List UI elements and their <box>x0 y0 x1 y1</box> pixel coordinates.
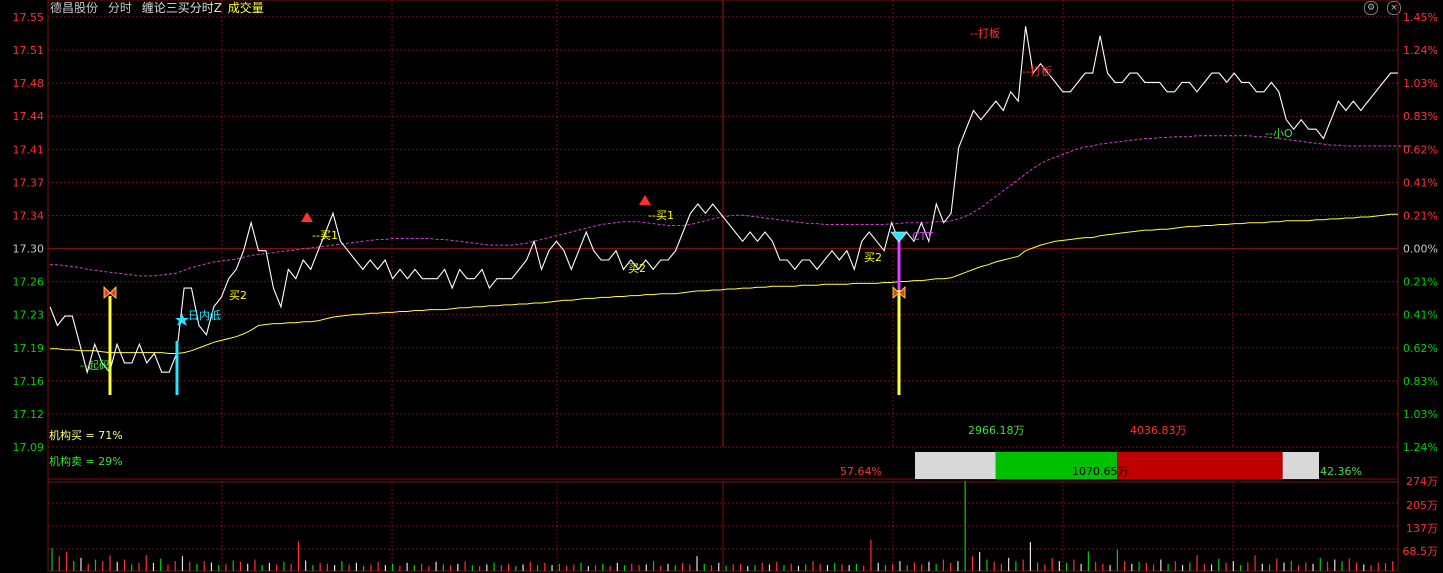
institution-sell: 机构卖 = 29% <box>49 454 123 468</box>
annotation-daily-low: 日内低 <box>188 308 221 322</box>
flow-left-pct: 57.64% <box>840 465 882 478</box>
annotation-qi-ma: --起码 <box>80 359 110 372</box>
price-tick-label: 17.48 <box>13 77 45 90</box>
price-tick-label: 17.34 <box>13 209 45 222</box>
pct-tick-label: 1.45% <box>1403 11 1438 24</box>
annotation-ctt: CTT <box>912 230 933 243</box>
flow-center-value: 1070.65万 <box>1072 465 1129 478</box>
price-tick-label: 17.16 <box>13 375 45 388</box>
pct-tick-label: 1.03% <box>1403 77 1438 90</box>
annotation-buy1: --买1 <box>312 229 338 242</box>
pct-tick-label: 1.24% <box>1403 44 1438 57</box>
volume-tick-label: 68.5万 <box>1403 545 1439 558</box>
flow-bar-segment <box>1117 452 1283 479</box>
pct-tick-label: 0.21% <box>1403 209 1438 222</box>
price-tick-label: 17.30 <box>13 243 45 256</box>
flow-red-value: 4036.83万 <box>1130 424 1187 437</box>
volume-tick-label: 274万 <box>1406 475 1438 488</box>
pct-tick-label: 0.62% <box>1403 342 1438 355</box>
pct-tick-label: 0.62% <box>1403 143 1438 156</box>
price-tick-label: 17.23 <box>13 309 45 322</box>
buy-triangle-icon <box>301 212 313 222</box>
pct-tick-label: 0.83% <box>1403 375 1438 388</box>
flow-right-pct: 42.36% <box>1320 465 1362 478</box>
annotation-buy2: 买2 <box>864 251 882 264</box>
annotation-xiao-o: --小O <box>1265 127 1293 140</box>
annotation-buy2: 买2 <box>229 289 247 302</box>
price-tick-label: 17.12 <box>13 408 45 421</box>
volume-tick-label: 205万 <box>1406 499 1438 512</box>
pct-tick-label: 1.24% <box>1403 441 1438 454</box>
volume-tick-label: 137万 <box>1406 522 1438 535</box>
institution-buy: 机构买 = 71% <box>49 428 123 442</box>
buy-triangle-icon <box>639 195 651 205</box>
price-tick-label: 17.51 <box>13 44 45 57</box>
pct-tick-label: 0.00% <box>1403 243 1438 256</box>
price-tick-label: 17.26 <box>13 276 45 289</box>
price-tick-label: 17.19 <box>13 342 45 355</box>
price-tick-label: 17.44 <box>13 110 45 123</box>
annotation-daban: --打板 <box>1022 64 1052 78</box>
flow-bar-segment <box>915 452 996 479</box>
price-tick-label: 17.37 <box>13 176 45 189</box>
annotation-daban: --打板 <box>970 26 1000 40</box>
flow-green-value: 2966.18万 <box>968 424 1025 437</box>
price-tick-label: 17.41 <box>13 143 45 156</box>
price-line <box>49 26 1398 375</box>
price-tick-label: 17.09 <box>13 441 45 454</box>
pct-tick-label: 0.83% <box>1403 110 1438 123</box>
price-tick-label: 17.55 <box>13 11 45 24</box>
pct-tick-label: 0.41% <box>1403 309 1438 322</box>
moving-average-line <box>50 135 1413 277</box>
annotation-buy2: 买2 <box>628 262 646 275</box>
pct-tick-label: 1.03% <box>1403 408 1438 421</box>
annotation-buy1: --买1 <box>648 209 674 222</box>
pct-tick-label: 0.41% <box>1403 176 1438 189</box>
flow-bar-segment <box>1282 452 1319 479</box>
average-price-line <box>50 213 1398 354</box>
intraday-chart[interactable]: 17.55 1.45% 17.51 1.24% 17.48 1.03% 17.44 0.83%… <box>0 0 1443 573</box>
pct-tick-label: 0.21% <box>1403 276 1438 289</box>
